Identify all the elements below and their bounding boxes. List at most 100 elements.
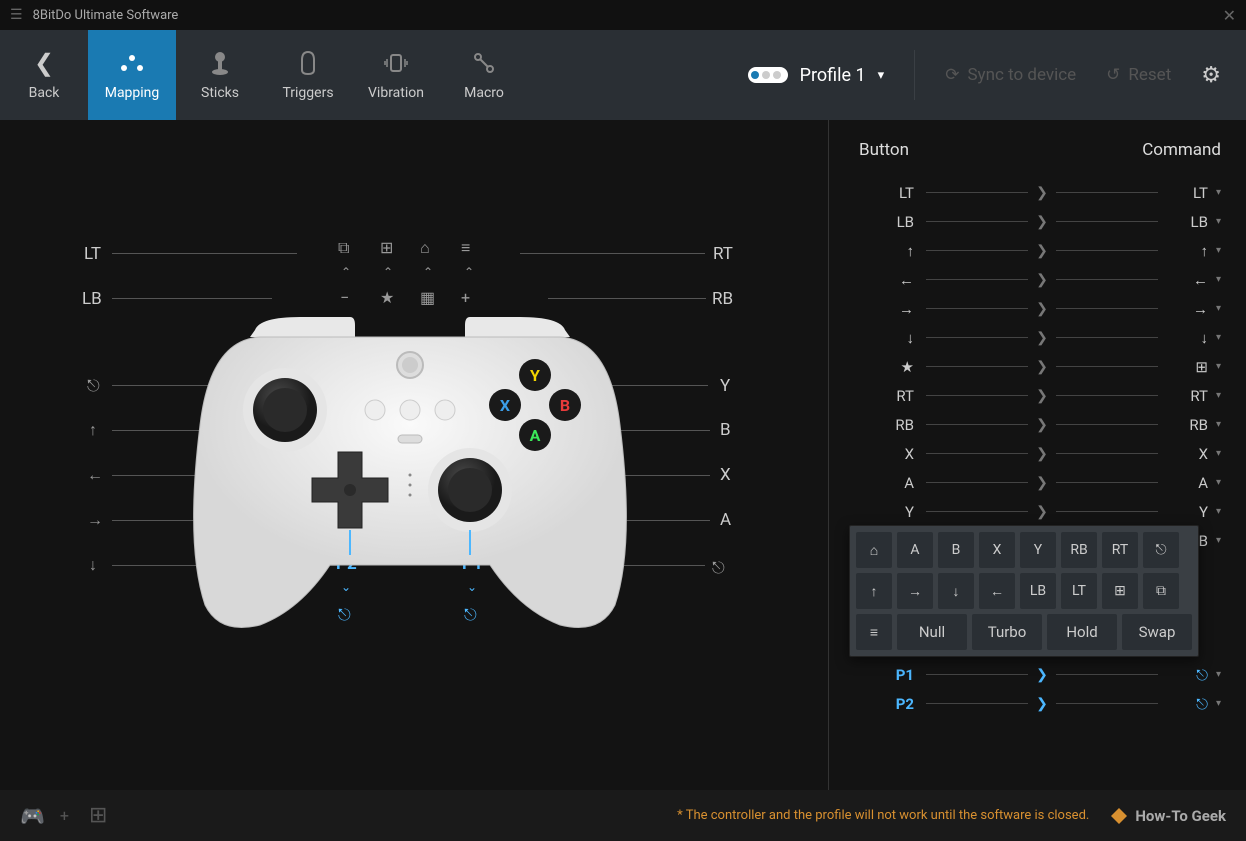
caret-icon[interactable]: ▾ [1216,448,1221,459]
controller-viz: ⧉ ⊞ ⌂ ≡ ⌃ ⌃ ⌃ ⌃ − ★ ▦ + LT LB ⎋ ↑ ← → ↓ … [0,120,828,790]
popup-button[interactable]: ⧉ [1143,573,1179,609]
caret-icon[interactable]: ▾ [1216,698,1221,709]
minus-icon: − [340,288,349,307]
titlebar: ☰ 8BitDo Ultimate Software ✕ [0,0,1246,30]
svg-text:X: X [500,396,510,415]
popup-button[interactable]: LT [1061,573,1097,609]
caret-icon[interactable]: ▾ [1216,390,1221,401]
arrow-icon: ❯ [1036,388,1048,404]
back-icon: ❮ [34,49,54,77]
b-label: B [720,420,731,440]
map-button: LB [859,213,914,231]
map-command[interactable]: RT [1168,387,1208,405]
controller-icon: ⎋ [87,376,100,396]
map-command[interactable]: A [1168,474,1208,492]
p2-command[interactable]: ⎋ [1168,695,1208,713]
caret-icon[interactable]: ▾ [1216,419,1221,430]
caret-icon[interactable]: ▾ [1216,332,1221,343]
lb-label: LB [82,289,102,309]
map-command[interactable]: ← [1168,271,1208,289]
sticks-icon [210,49,230,77]
x-label: X [720,465,731,485]
nav-macro[interactable]: Macro [440,30,528,120]
map-row: ↓ ❯ ↓ ▾ [859,323,1221,352]
controller-icon[interactable]: 🎮 [20,804,45,828]
popup-button[interactable]: RB [1061,532,1097,568]
arrow-icon: ❯ [1036,214,1048,230]
caret-icon[interactable]: ▾ [1216,535,1221,546]
popup-null-button[interactable]: Null [897,614,967,650]
popup-button[interactable]: ↓ [938,573,974,609]
reset-button[interactable]: ↺ Reset [1106,65,1171,85]
lt-label: LT [84,244,101,264]
caret-icon[interactable]: ▾ [1216,506,1221,517]
map-button: LT [859,184,914,202]
map-button: ↑ [859,242,914,260]
controller-image: Y X B A [190,315,630,635]
map-command[interactable]: LT [1168,184,1208,202]
svg-text:B: B [560,396,570,415]
nav-vibration[interactable]: Vibration [352,30,440,120]
popup-button[interactable]: Y [1020,532,1056,568]
popup-menu-button[interactable]: ≡ [856,614,892,650]
nav-sticks[interactable]: Sticks [176,30,264,120]
map-command[interactable]: ↑ [1168,242,1208,260]
caret-icon[interactable]: ▾ [1216,303,1221,314]
footer-warning: * The controller and the profile will no… [677,808,1089,823]
map-command[interactable]: Y [1168,503,1208,521]
popup-button[interactable]: B [938,532,974,568]
close-icon[interactable]: ✕ [1223,6,1236,25]
up-caret-icon: ⌃ [341,265,351,279]
command-header: Command [1142,140,1221,160]
menu-icon[interactable]: ☰ [10,7,23,23]
sync-button[interactable]: ⟳ Sync to device [945,65,1076,85]
popup-button[interactable]: ⌂ [856,532,892,568]
caret-icon[interactable]: ▾ [1216,669,1221,680]
map-command[interactable]: ⊞ [1168,358,1208,376]
popup-button[interactable]: X [979,532,1015,568]
settings-button[interactable]: ⚙ [1201,63,1221,88]
nav-triggers[interactable]: Triggers [264,30,352,120]
plus-icon: + [461,288,470,307]
popup-button[interactable]: RT [1102,532,1138,568]
caret-icon[interactable]: ▾ [1216,477,1221,488]
caret-icon[interactable]: ▾ [1216,187,1221,198]
nav-back[interactable]: ❮ Back [0,30,88,120]
popup-button[interactable]: ↑ [856,573,892,609]
map-command[interactable]: X [1168,445,1208,463]
caret-icon[interactable]: ▾ [1216,245,1221,256]
y-label: Y [720,376,730,396]
popup-button[interactable]: → [897,573,933,609]
popup-button[interactable]: LB [1020,573,1056,609]
popup-swap-button[interactable]: Swap [1122,614,1192,650]
gear-icon: ⚙ [1201,63,1221,88]
add-icon[interactable]: + [60,806,69,825]
profile-selector[interactable]: Profile 1 ▾ [748,65,885,86]
popup-hold-button[interactable]: Hold [1047,614,1117,650]
map-command[interactable]: → [1168,300,1208,318]
map-command[interactable]: LB [1168,213,1208,231]
caret-icon[interactable]: ▾ [1216,216,1221,227]
popup-button[interactable]: ← [979,573,1015,609]
popup-button[interactable]: A [897,532,933,568]
map-command[interactable]: ↓ [1168,329,1208,347]
windows-icon[interactable]: ⊞ [89,803,107,828]
caret-icon[interactable]: ▾ [1216,274,1221,285]
logo: How-To Geek [1109,806,1226,826]
sync-icon: ⟳ [945,65,959,85]
popup-button[interactable]: ⊞ [1102,573,1138,609]
p2-button: P2 [859,695,914,713]
caret-icon[interactable]: ▾ [1216,361,1221,372]
up-arrow-icon: ↑ [89,420,97,440]
popup-button[interactable]: ⎋ [1143,532,1179,568]
p1-command[interactable]: ⎋ [1168,666,1208,684]
svg-text:A: A [530,426,541,445]
nav-mapping[interactable]: Mapping [88,30,176,120]
map-command[interactable]: RB [1168,416,1208,434]
arrow-icon: ❯ [1036,185,1048,201]
command-popup: ⌂ABXYRBRT⎋ ↑→↓←LBLT⊞⧉ ≡ Null Turbo Hold … [849,525,1199,657]
arrow-icon: ❯ [1036,359,1048,375]
a-label: A [720,510,731,530]
popup-turbo-button[interactable]: Turbo [972,614,1042,650]
map-button: ↓ [859,329,914,347]
